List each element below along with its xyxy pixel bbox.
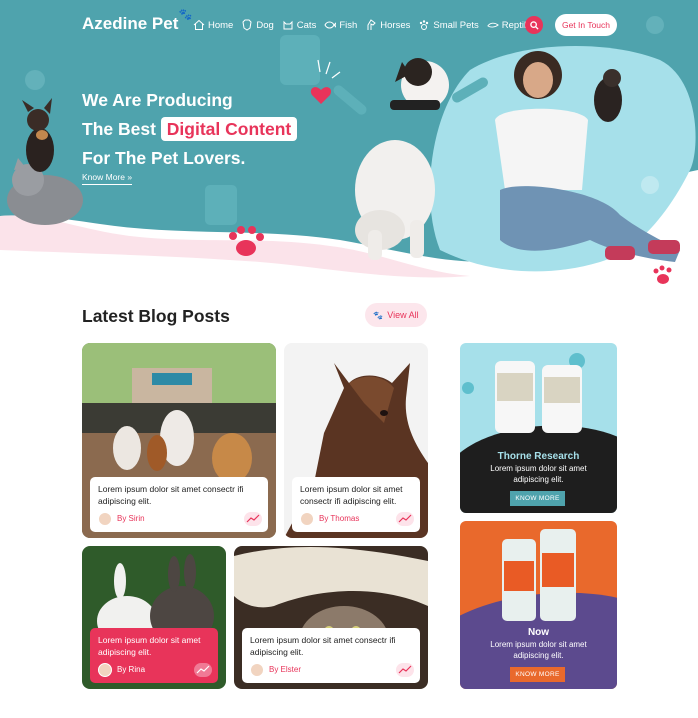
avatar bbox=[98, 663, 112, 677]
nav-item-dog[interactable]: Dog bbox=[241, 19, 274, 31]
now-product-image bbox=[460, 521, 617, 689]
paw-icon: 🐾 bbox=[373, 310, 384, 320]
headline-line-3: For The Pet Lovers. bbox=[82, 148, 246, 168]
headline-highlight: Digital Content bbox=[160, 117, 298, 141]
ad-text: Lorem ipsum dolor sit amet adipiscing el… bbox=[460, 639, 617, 661]
author-name: By Thomas bbox=[319, 514, 360, 523]
trend-icon bbox=[244, 512, 262, 526]
headline-line-2: The Best Digital Content bbox=[82, 115, 298, 144]
post-author[interactable]: By Elster bbox=[250, 663, 412, 677]
nav-label: Fish bbox=[339, 19, 358, 31]
know-more-button[interactable]: KNOW MORE bbox=[510, 667, 565, 682]
ad-thorne-research[interactable]: Thorne Research Lorem ipsum dolor sit am… bbox=[460, 343, 617, 513]
headline-line-1: We Are Producing bbox=[82, 90, 233, 110]
view-all-button[interactable]: 🐾 View All bbox=[365, 303, 427, 327]
nav-item-home[interactable]: Home bbox=[193, 19, 233, 31]
dog-icon bbox=[242, 19, 252, 31]
get-in-touch-button[interactable]: Get In Touch bbox=[555, 14, 617, 36]
ad-text-line-2: adipiscing elit. bbox=[513, 651, 564, 660]
post-excerpt: Lorem ipsum dolor sit amet adipiscing el… bbox=[98, 635, 201, 657]
brand-name: Azedine Pet bbox=[82, 14, 179, 33]
post-caption: Lorem ipsum dolor sit amet consectr ifi … bbox=[292, 477, 420, 532]
reptile-icon bbox=[487, 22, 499, 28]
nav-label: Small Pets bbox=[433, 19, 479, 31]
nav-item-fish[interactable]: Fish bbox=[324, 19, 357, 31]
know-more-link[interactable]: Know More » bbox=[82, 172, 133, 185]
blog-card-horse[interactable]: Lorem ipsum dolor sit amet consectr ifi … bbox=[284, 343, 428, 538]
author-name: By Elster bbox=[269, 665, 302, 674]
post-author[interactable]: By Sirin bbox=[98, 512, 260, 526]
hero-banner: Azedine Pet 🐾 Home Dog Cats Fish Horses … bbox=[0, 0, 698, 290]
ad-text: Lorem ipsum dolor sit amet adipiscing el… bbox=[460, 463, 617, 485]
avatar bbox=[250, 663, 264, 677]
hero-headline: We Are Producing The Best Digital Conten… bbox=[82, 86, 298, 173]
post-caption: Lorem ipsum dolor sit amet adipiscing el… bbox=[90, 628, 218, 683]
post-excerpt: Lorem ipsum dolor sit amet consectr ifi … bbox=[98, 484, 244, 506]
nav-label: Horses bbox=[380, 19, 411, 31]
search-icon bbox=[529, 20, 539, 30]
blog-card-dogs[interactable]: Lorem ipsum dolor sit amet consectr ifi … bbox=[82, 343, 276, 538]
nav-item-horses[interactable]: Horses bbox=[365, 19, 410, 31]
main-nav: Home Dog Cats Fish Horses Small Pets Rep… bbox=[193, 19, 536, 31]
ad-text-line-1: Lorem ipsum dolor sit amet bbox=[490, 464, 587, 473]
horse-icon bbox=[367, 19, 377, 30]
ad-title: Thorne Research bbox=[497, 451, 580, 462]
fish-icon bbox=[324, 21, 337, 29]
post-caption: Lorem ipsum dolor sit amet consectr ifi … bbox=[90, 477, 268, 532]
nav-item-cats[interactable]: Cats bbox=[282, 19, 317, 31]
avatar bbox=[98, 512, 112, 526]
author-name: By Rina bbox=[117, 665, 146, 674]
blog-card-cat[interactable]: Lorem ipsum dolor sit amet consectr ifi … bbox=[234, 546, 428, 689]
paw-icon bbox=[420, 20, 429, 30]
thorne-product-image bbox=[460, 343, 617, 513]
search-button[interactable] bbox=[525, 16, 543, 34]
author-name: By Sirin bbox=[117, 514, 145, 523]
ad-text-line-2: adipiscing elit. bbox=[513, 475, 564, 484]
avatar bbox=[300, 512, 314, 526]
brand-logo[interactable]: Azedine Pet 🐾 bbox=[82, 9, 192, 34]
nav-label: Dog bbox=[256, 19, 274, 31]
paw-icon: 🐾 bbox=[178, 9, 193, 21]
cat-icon bbox=[283, 20, 293, 30]
headline-prefix: The Best bbox=[82, 119, 156, 139]
nav-label: Cats bbox=[296, 19, 317, 31]
post-excerpt: Lorem ipsum dolor sit amet consectr ifi … bbox=[250, 635, 396, 657]
trend-icon bbox=[396, 663, 414, 677]
ad-title: Now bbox=[527, 627, 550, 638]
know-more-button[interactable]: KNOW MORE bbox=[510, 491, 565, 506]
view-all-label: View All bbox=[387, 310, 419, 320]
blog-section-title: Latest Blog Posts bbox=[82, 306, 230, 326]
nav-item-small-pets[interactable]: Small Pets bbox=[418, 19, 479, 31]
trend-icon bbox=[396, 512, 414, 526]
blog-card-rabbits[interactable]: Lorem ipsum dolor sit amet adipiscing el… bbox=[82, 546, 226, 689]
trend-icon bbox=[194, 663, 212, 677]
ad-text-line-1: Lorem ipsum dolor sit amet bbox=[490, 640, 587, 649]
nav-label: Home bbox=[208, 19, 234, 31]
ad-now-foods[interactable]: Now Lorem ipsum dolor sit amet adipiscin… bbox=[460, 521, 617, 689]
post-caption: Lorem ipsum dolor sit amet consectr ifi … bbox=[242, 628, 420, 683]
post-excerpt: Lorem ipsum dolor sit amet consectr ifi … bbox=[300, 484, 403, 506]
home-icon bbox=[193, 19, 205, 30]
